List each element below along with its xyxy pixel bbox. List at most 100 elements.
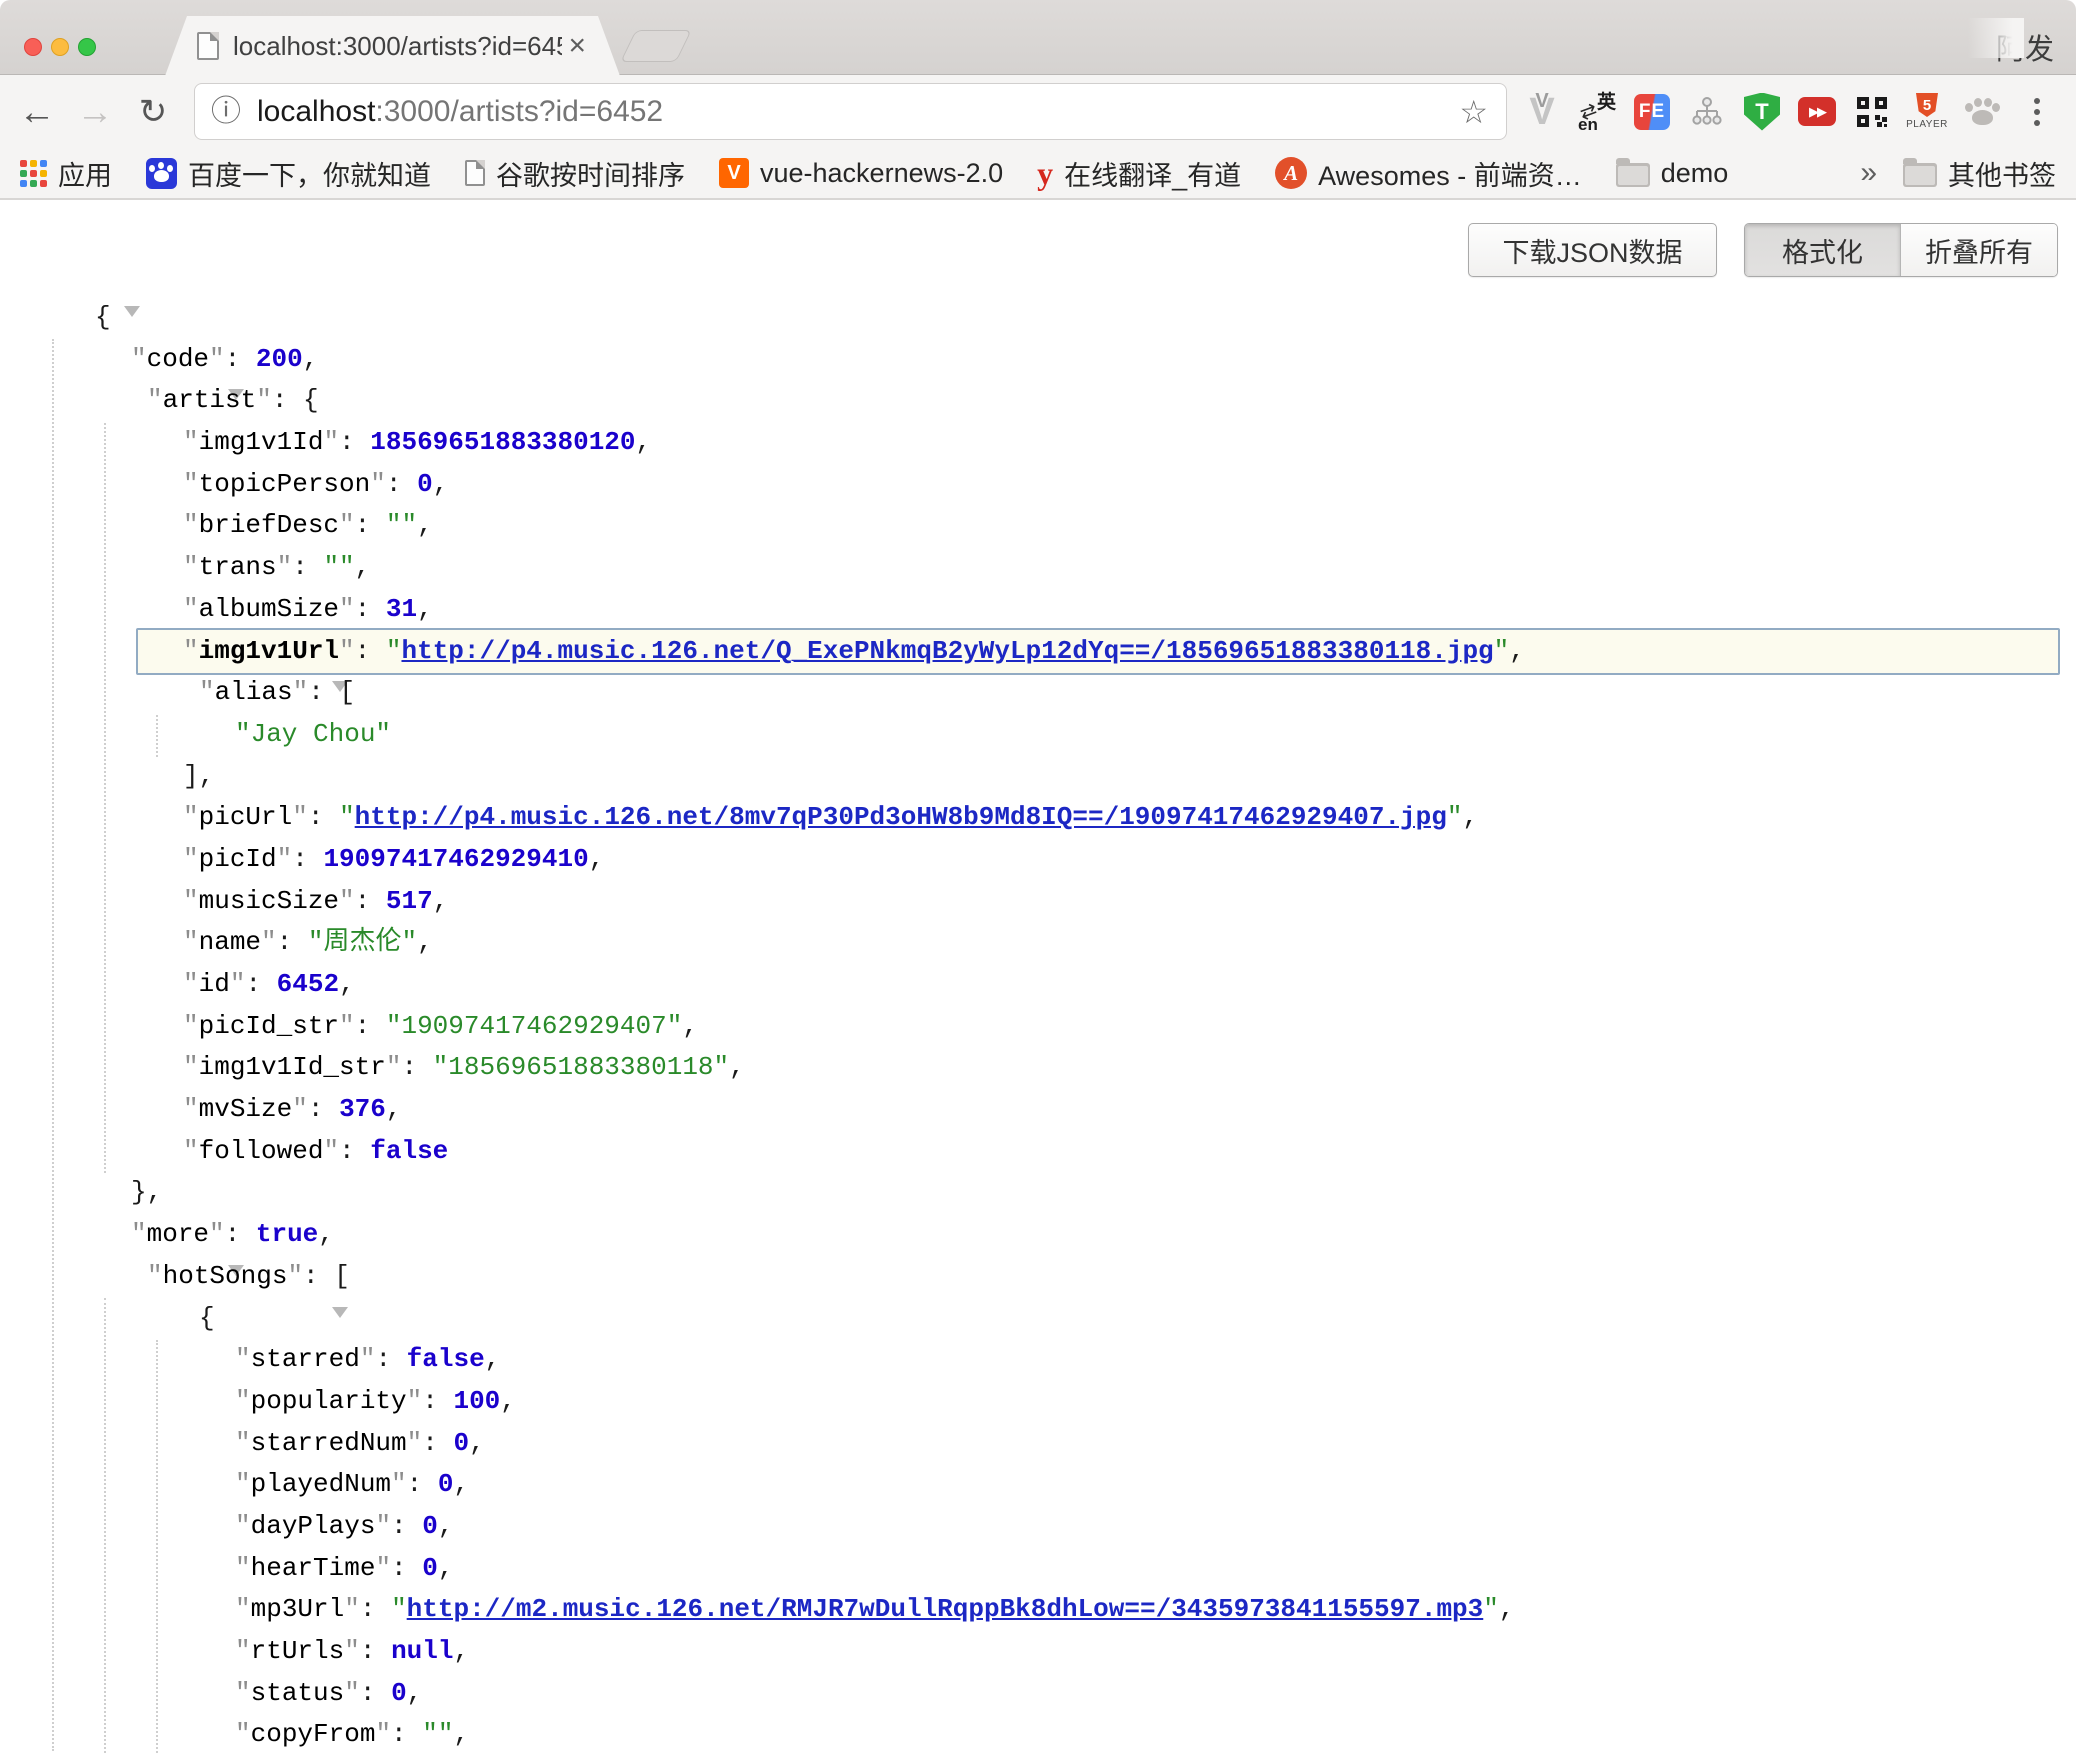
video-downloader-icon[interactable]: ▶▶ [1798, 91, 1836, 133]
json-token: name [199, 927, 261, 957]
html5-player-icon[interactable]: 5 PLAYER [1908, 91, 1946, 133]
json-line: "hearTime": 0, [0, 1548, 2076, 1590]
bookmark-demo-folder[interactable]: demo [1616, 158, 1729, 189]
json-token: : [422, 1386, 453, 1416]
json-token: hotSongs [163, 1261, 288, 1291]
json-token: , [682, 1011, 698, 1041]
collapse-toggle-icon[interactable] [124, 306, 140, 347]
json-token: , [303, 344, 319, 374]
json-token: topicPerson [199, 469, 371, 499]
url-host: localhost [257, 95, 375, 128]
reload-button[interactable]: ↻ [124, 95, 182, 129]
paw-extension-icon[interactable] [1963, 91, 2001, 133]
close-window-button[interactable] [24, 38, 42, 56]
bookmark-awesomes[interactable]: A Awesomes - 前端资… [1275, 154, 1582, 193]
json-token: "" [422, 1719, 453, 1749]
json-line: "alias": [ [0, 672, 2076, 714]
json-token: , [453, 1719, 469, 1749]
chrome-menu-icon[interactable] [2018, 91, 2056, 133]
json-token: : [360, 1678, 391, 1708]
format-button[interactable]: 格式化 [1745, 224, 1901, 276]
json-line: "status": 0, [0, 1673, 2076, 1715]
tampermonkey-icon[interactable]: T [1743, 91, 1781, 133]
forward-button[interactable]: → [66, 93, 124, 130]
json-token: null [391, 1636, 453, 1666]
json-token: ], [183, 761, 214, 791]
minimize-window-button[interactable] [51, 38, 69, 56]
sitemap-extension-icon[interactable] [1688, 91, 1726, 133]
json-link[interactable]: http://p4.music.126.net/Q_ExePNkmqB2yWyL… [401, 636, 1493, 666]
qr-code-icon[interactable] [1853, 91, 1891, 133]
json-token: 0 [422, 1511, 438, 1541]
site-info-icon[interactable]: ⓘ [211, 97, 241, 127]
address-bar[interactable]: ⓘ localhost:3000/artists?id=6452 ☆ [194, 83, 1507, 140]
json-line: "trans": "", [0, 547, 2076, 589]
json-token: starred [251, 1344, 360, 1374]
bookmark-baidu[interactable]: 百度一下，你就知道 [146, 154, 431, 193]
json-token: " [339, 1011, 355, 1041]
json-token: starredNum [251, 1428, 407, 1458]
other-bookmarks-folder[interactable]: 其他书签 [1903, 154, 2056, 193]
baidu-paw-icon [146, 158, 177, 189]
json-token: , [433, 886, 449, 916]
json-token: : [355, 1011, 386, 1041]
json-token: : [292, 844, 323, 874]
json-token: picUrl [199, 802, 293, 832]
json-link[interactable]: http://m2.music.126.net/RMJR7wDullRqppBk… [407, 1594, 1484, 1624]
tab-favicon-page-icon [197, 32, 219, 60]
json-token: true [256, 1219, 318, 1249]
bookmark-vue-hackernews[interactable]: V vue-hackernews-2.0 [719, 158, 1003, 189]
json-line: "followed": false [0, 1131, 2076, 1173]
tab-strip: localhost:3000/artists?id=645 × 阿发 [0, 0, 2076, 75]
new-tab-button[interactable] [620, 30, 692, 62]
json-token: : [391, 1511, 422, 1541]
vue-devtools-icon[interactable]: V V [1523, 91, 1561, 133]
json-line: { [0, 297, 2076, 339]
json-token: , [500, 1386, 516, 1416]
json-token: , [339, 969, 355, 999]
json-token: " [235, 1344, 251, 1374]
json-line: "img1v1Id_str": "18569651883380118", [0, 1047, 2076, 1089]
json-token: 0 [417, 469, 433, 499]
json-token: : [422, 1428, 453, 1458]
json-token: playedNum [251, 1469, 391, 1499]
fe-extension-icon[interactable]: FE [1633, 91, 1671, 133]
bookmark-star-icon[interactable]: ☆ [1459, 96, 1488, 128]
json-token: " [147, 385, 163, 415]
json-token: " [183, 1094, 199, 1124]
json-token: : [339, 1136, 370, 1166]
json-link[interactable]: http://p4.music.126.net/8mv7qP30Pd3oHW8b… [355, 802, 1447, 832]
json-token: " [287, 1261, 303, 1291]
url-path: :3000/artists?id=6452 [375, 95, 663, 128]
collapse-toggle-icon[interactable] [332, 1307, 348, 1348]
json-token: mp3Url [251, 1594, 345, 1624]
json-token: " [183, 1052, 199, 1082]
json-token: picId_str [199, 1011, 339, 1041]
json-token: " [183, 552, 199, 582]
translate-extension-icon[interactable]: ⇄ 英 en [1578, 91, 1616, 133]
json-token: " [183, 1136, 199, 1166]
json-token: " [199, 677, 215, 707]
json-token: picId [199, 844, 277, 874]
fullscreen-window-button[interactable] [78, 38, 96, 56]
bookmark-google-sort[interactable]: 谷歌按时间排序 [465, 154, 685, 193]
tab-title: localhost:3000/artists?id=645 [233, 31, 562, 62]
json-token: : [360, 1636, 391, 1666]
collapse-all-button[interactable]: 折叠所有 [1901, 224, 2057, 276]
json-token: , [318, 1219, 334, 1249]
json-token: 6452 [277, 969, 339, 999]
bookmark-apps[interactable]: 应用 [20, 154, 112, 193]
json-token: more [147, 1219, 209, 1249]
tab-close-icon[interactable]: × [568, 31, 586, 61]
json-token: : [245, 969, 276, 999]
json-viewer-actions: 下载JSON数据 格式化 折叠所有 [1468, 223, 2058, 277]
bookmarks-overflow-chevron[interactable]: » [1860, 156, 1877, 190]
browser-tab[interactable]: localhost:3000/artists?id=645 × [165, 16, 620, 76]
json-token: " [235, 1719, 251, 1749]
back-button[interactable]: ← [8, 93, 66, 130]
json-token: " [147, 1261, 163, 1291]
json-token: : [ [303, 1261, 350, 1291]
download-json-button[interactable]: 下载JSON数据 [1468, 223, 1717, 277]
bookmark-youdao[interactable]: y 在线翻译_有道 [1037, 154, 1241, 193]
json-line: "picId_str": "19097417462929407", [0, 1006, 2076, 1048]
